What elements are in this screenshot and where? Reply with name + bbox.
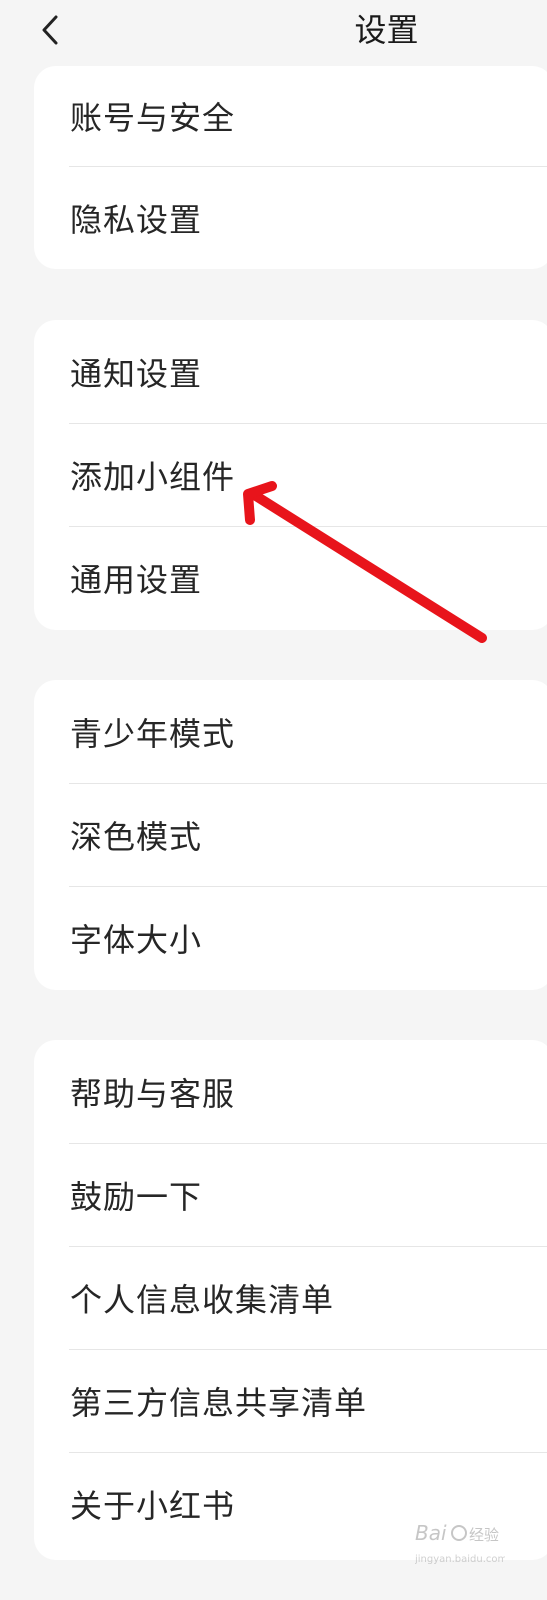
watermark-url: jingyan.baidu.com [415,1554,505,1565]
settings-item-label: 隐私设置 [70,200,203,239]
settings-item-label: 鼓励一下 [70,1177,203,1216]
settings-group-general: 通知设置 添加小组件 通用设置 [34,320,547,630]
settings-item-add-widget[interactable]: 添加小组件 [34,423,547,526]
settings-item-font-size[interactable]: 字体大小 [34,886,547,989]
settings-item-notifications[interactable]: 通知设置 [34,320,547,423]
settings-item-label: 字体大小 [70,920,203,959]
page-title: 设置 [354,11,419,49]
baidu-watermark-logo: Bai 经验 jingyan.baidu.com [415,1521,505,1565]
svg-text:Bai: Bai [415,1521,447,1545]
nav-bar: 设置 [0,0,547,62]
settings-item-label: 第三方信息共享清单 [70,1383,368,1422]
settings-item-teen-mode[interactable]: 青少年模式 [34,680,547,783]
settings-item-label: 账号与安全 [70,99,236,137]
settings-item-privacy[interactable]: 隐私设置 [34,166,547,269]
settings-item-label: 通用设置 [70,560,203,599]
settings-item-third-party-sharing-list[interactable]: 第三方信息共享清单 [34,1349,547,1452]
settings-item-dark-mode[interactable]: 深色模式 [34,783,547,886]
settings-item-encourage[interactable]: 鼓励一下 [34,1143,547,1246]
settings-group-about: 帮助与客服 鼓励一下 个人信息收集清单 第三方信息共享清单 关于小红书 [34,1040,547,1560]
settings-item-label: 添加小组件 [70,457,236,496]
settings-group-display: 青少年模式 深色模式 字体大小 [34,680,547,990]
settings-item-account-security[interactable]: 账号与安全 [34,66,547,166]
settings-item-label: 关于小红书 [70,1486,236,1525]
settings-item-help-support[interactable]: 帮助与客服 [34,1040,547,1143]
settings-item-personal-info-list[interactable]: 个人信息收集清单 [34,1246,547,1349]
settings-item-label: 个人信息收集清单 [70,1280,335,1319]
settings-group-account: 账号与安全 隐私设置 [34,66,547,269]
settings-item-label: 帮助与客服 [70,1074,236,1113]
settings-item-general-settings[interactable]: 通用设置 [34,526,547,629]
settings-item-label: 青少年模式 [70,714,236,753]
settings-item-label: 深色模式 [70,817,203,856]
watermark-text: 经验 [469,1526,499,1544]
settings-item-label: 通知设置 [70,354,203,393]
